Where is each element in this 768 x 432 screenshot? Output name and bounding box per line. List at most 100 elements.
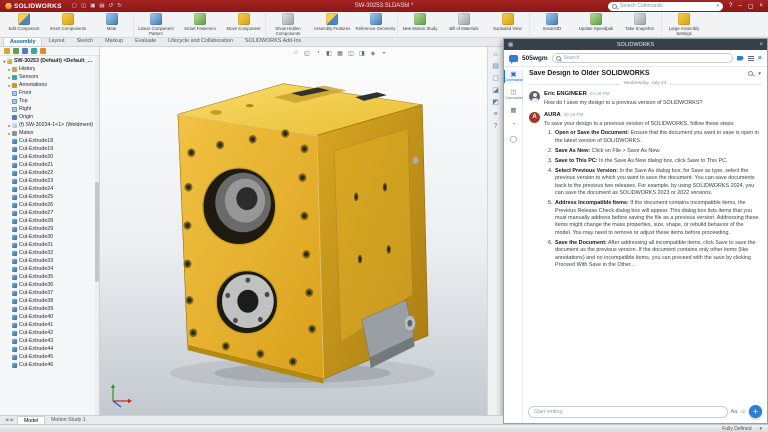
tab-scroll-right-icon[interactable]: ▶ xyxy=(10,417,13,423)
command-search-input[interactable]: Search Commands ▾ xyxy=(608,2,723,11)
ribbon-tool-button[interactable]: New Motion Study xyxy=(398,13,442,36)
tree-item[interactable]: Cut-Extrude24 xyxy=(2,185,95,193)
message-author[interactable]: Eric ENGINEER xyxy=(544,91,587,99)
tree-item[interactable]: Front xyxy=(2,89,95,97)
tree-item[interactable]: Cut-Extrude38 xyxy=(2,297,95,305)
tag-icon[interactable] xyxy=(737,56,744,61)
tree-item[interactable]: Cut-Extrude43 xyxy=(2,337,95,345)
dimxpertmanager-tab-icon[interactable] xyxy=(31,48,37,54)
tree-item[interactable]: ▸ Mates xyxy=(2,129,95,137)
tree-item[interactable]: Cut-Extrude18 xyxy=(2,137,95,145)
tree-item[interactable]: ▸ (f) SW-30234-1<1> (Weldment) xyxy=(2,121,95,129)
tree-item[interactable]: Cut-Extrude29 xyxy=(2,225,95,233)
design-library-icon[interactable]: ▤ xyxy=(492,63,499,70)
tree-item[interactable]: Cut-Extrude30 xyxy=(2,233,95,241)
home-tab-icon[interactable]: ⌂ xyxy=(493,51,497,58)
appearances-icon[interactable]: ◩ xyxy=(492,99,499,106)
tree-item[interactable]: Cut-Extrude37 xyxy=(2,289,95,297)
topic-search-icon[interactable] xyxy=(748,71,753,76)
menu-icon[interactable] xyxy=(748,56,754,61)
eric-avatar[interactable] xyxy=(529,91,540,102)
tree-item[interactable]: Cut-Extrude22 xyxy=(2,169,95,177)
tree-item[interactable]: ▸ Annotations xyxy=(2,81,95,89)
close-icon[interactable]: × xyxy=(758,55,762,62)
ribbon-tool-button[interactable]: Insert Components xyxy=(46,13,90,36)
commandmanager-tab[interactable]: Assembly xyxy=(3,37,42,46)
tree-item[interactable]: Cut-Extrude20 xyxy=(2,153,95,161)
chat-window-close-icon[interactable]: × xyxy=(759,42,763,48)
ribbon-tool-button[interactable]: Move Component xyxy=(222,13,266,36)
ribbon-tool-button[interactable]: Update Speedpak xyxy=(574,13,618,36)
assembly-model-3d[interactable] xyxy=(155,53,450,398)
status-chevron-icon[interactable]: ▾ xyxy=(759,426,762,432)
ribbon-tool-button[interactable]: Assembly Features xyxy=(310,13,354,36)
print-icon[interactable]: ▤ xyxy=(99,3,104,9)
commandmanager-tab[interactable]: SOLIDWORKS Add-Ins xyxy=(239,37,307,46)
chevron-down-icon[interactable]: ▾ xyxy=(758,71,761,77)
custom-properties-icon[interactable]: ≡ xyxy=(493,111,497,118)
tree-item[interactable]: Cut-Extrude45 xyxy=(2,353,95,361)
tree-item[interactable]: ▸ History xyxy=(2,65,95,73)
aura-avatar[interactable]: A xyxy=(529,112,540,123)
maximize-icon[interactable]: ▢ xyxy=(748,3,754,10)
tree-item[interactable]: Cut-Extrude35 xyxy=(2,273,95,281)
graphics-viewport[interactable]: ⌂◱◔◧▦◫◨◈◒ xyxy=(100,47,487,415)
commandmanager-tab[interactable]: Lifecycle and Collaboration xyxy=(162,37,239,46)
tree-item[interactable]: Cut-Extrude41 xyxy=(2,321,95,329)
ribbon-tool-button[interactable]: Large Assembly Settings xyxy=(662,13,706,36)
format-icon[interactable]: Aa xyxy=(731,409,738,415)
view-palette-icon[interactable]: ◪ xyxy=(492,87,499,94)
ribbon-tool-button[interactable]: Bill of Materials xyxy=(442,13,486,36)
tree-item[interactable]: Right xyxy=(2,105,95,113)
tree-scrollbar[interactable] xyxy=(95,56,99,415)
commandmanager-tab[interactable]: Evaluate xyxy=(129,37,162,46)
ribbon-tool-button[interactable]: Mate xyxy=(90,13,134,36)
tree-item[interactable]: Cut-Extrude21 xyxy=(2,161,95,169)
tree-item[interactable]: Cut-Extrude36 xyxy=(2,281,95,289)
emoji-icon[interactable]: ☺ xyxy=(740,409,746,415)
document-tab[interactable]: Model xyxy=(17,416,45,424)
tree-item[interactable]: Cut-Extrude27 xyxy=(2,209,95,217)
chevron-down-icon[interactable]: ▾ xyxy=(717,3,720,9)
open-file-icon[interactable]: ◫ xyxy=(81,3,86,9)
tree-item[interactable]: Cut-Extrude31 xyxy=(2,241,95,249)
rail-dashboard[interactable]: ▦ xyxy=(504,106,522,115)
forum-icon[interactable]: ? xyxy=(494,123,498,130)
featuremanager-tab-icon[interactable] xyxy=(4,48,10,54)
tree-item[interactable]: Cut-Extrude25 xyxy=(2,193,95,201)
tree-item[interactable]: ▾ SW-30253 (Default) <Default_Disp xyxy=(2,57,95,65)
message-author[interactable]: AURA xyxy=(544,112,561,120)
undo-icon[interactable]: ↺ xyxy=(109,3,114,9)
displaymanager-tab-icon[interactable] xyxy=(40,48,46,54)
ribbon-tool-button[interactable]: Linear Component Pattern xyxy=(134,13,178,36)
ribbon-tool-button[interactable]: Smart Fasteners xyxy=(178,13,222,36)
propertymanager-tab-icon[interactable] xyxy=(13,48,19,54)
message-input[interactable] xyxy=(528,406,728,418)
tree-item[interactable]: Cut-Extrude42 xyxy=(2,329,95,337)
file-explorer-icon[interactable]: ▢ xyxy=(492,75,499,82)
commandmanager-tab[interactable]: Sketch xyxy=(71,37,99,46)
ribbon-tool-button[interactable]: Reference Geometry xyxy=(354,13,398,36)
rail-me[interactable]: ◯ xyxy=(504,135,522,144)
ribbon-tool-button[interactable]: Instant3D xyxy=(530,13,574,36)
compose-fab-button[interactable]: + xyxy=(749,405,762,418)
commandmanager-tab[interactable]: Markup xyxy=(99,37,129,46)
tree-item[interactable]: ▸ Sensors xyxy=(2,73,95,81)
tree-item[interactable]: Cut-Extrude28 xyxy=(2,217,95,225)
tree-item[interactable]: Cut-Extrude40 xyxy=(2,313,95,321)
tab-scroll-left-icon[interactable]: ◀ xyxy=(5,417,8,423)
tree-scrollbar-thumb[interactable] xyxy=(95,182,99,283)
rail-conversations[interactable]: ▣ Conversations xyxy=(504,70,522,83)
new-file-icon[interactable]: ▢ xyxy=(72,3,77,9)
tree-item[interactable]: Cut-Extrude39 xyxy=(2,305,95,313)
minimize-icon[interactable]: – xyxy=(738,3,741,10)
tree-item[interactable]: Cut-Extrude19 xyxy=(2,145,95,153)
tree-item[interactable]: Cut-Extrude44 xyxy=(2,345,95,353)
tree-item[interactable]: Cut-Extrude46 xyxy=(2,361,95,369)
tree-item[interactable]: Cut-Extrude33 xyxy=(2,257,95,265)
rail-communities[interactable]: ◫ Communities xyxy=(504,88,522,101)
ribbon-tool-button[interactable]: Edit Component xyxy=(2,13,46,36)
rail-recent[interactable]: ◔ xyxy=(504,120,522,129)
tree-item[interactable]: Top xyxy=(2,97,95,105)
tree-item[interactable]: Cut-Extrude26 xyxy=(2,201,95,209)
